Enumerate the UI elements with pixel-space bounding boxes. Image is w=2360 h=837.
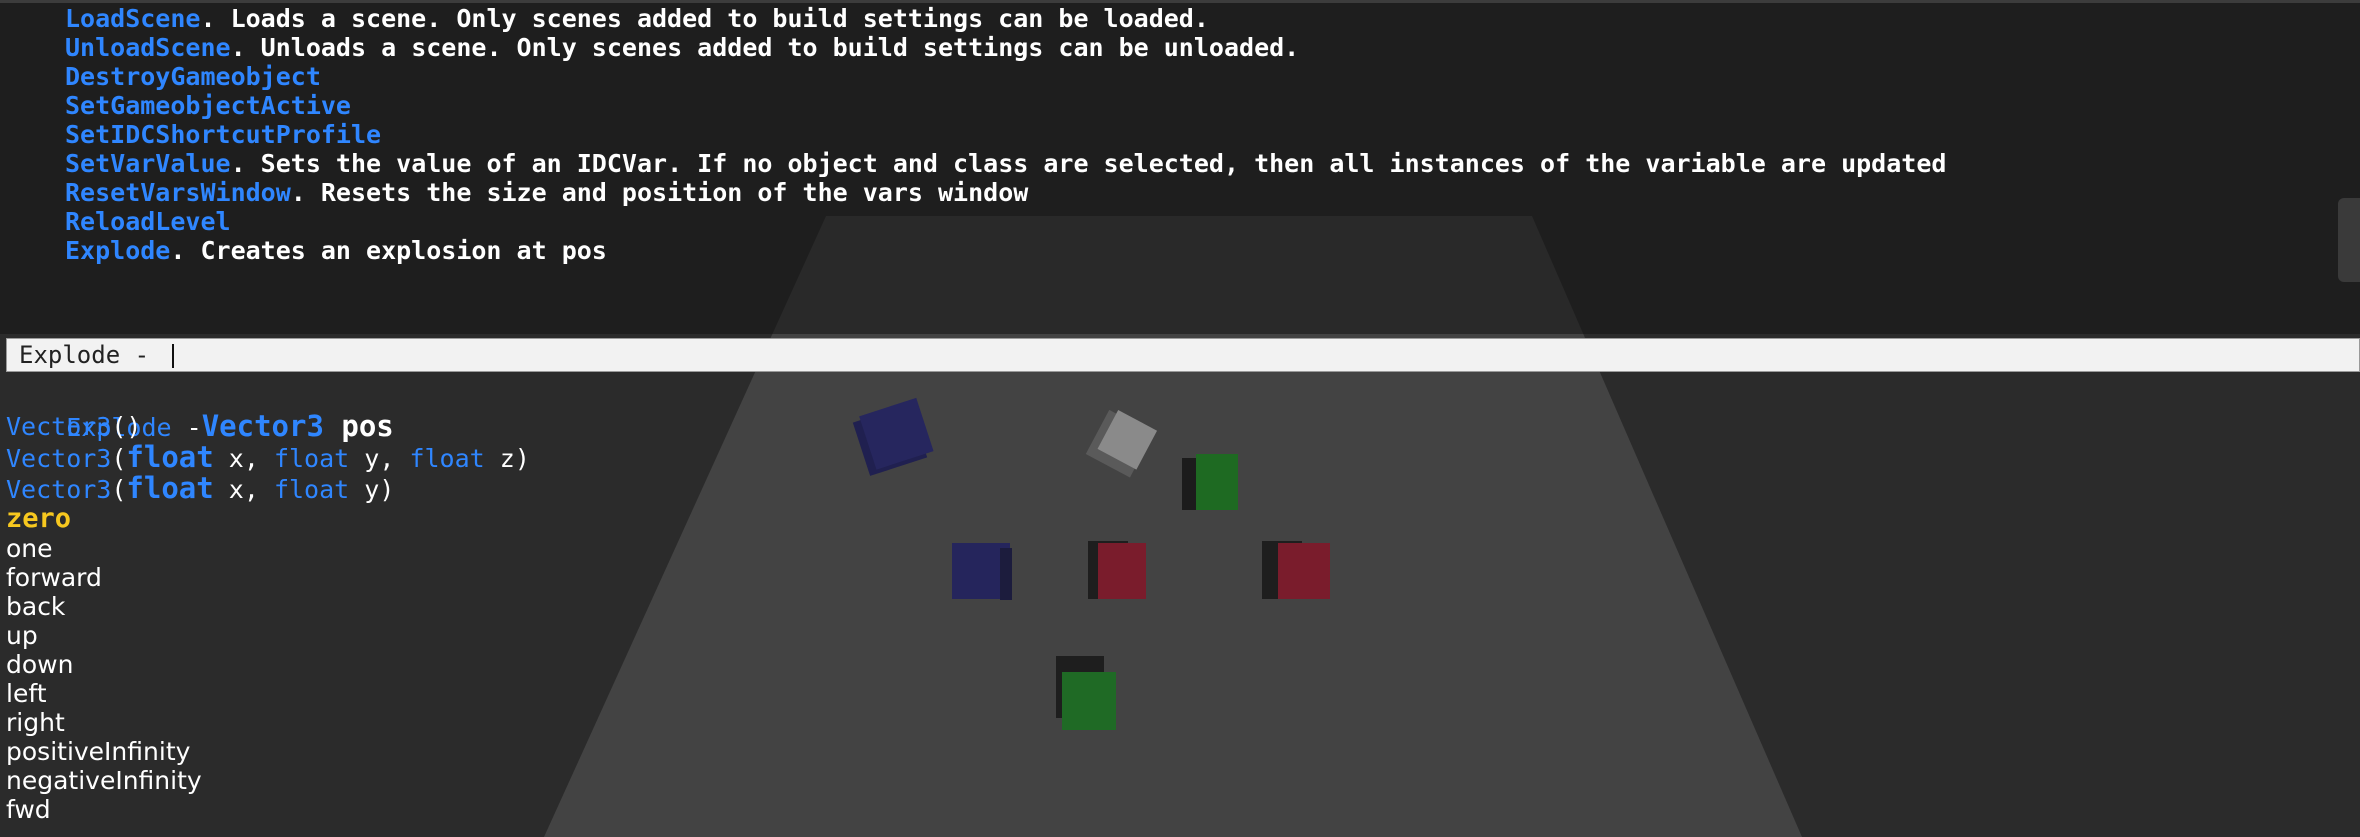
autocomplete-option[interactable]: down [6, 650, 530, 679]
log-command-description: . Creates an explosion at pos [170, 236, 607, 265]
log-line: ResetVarsWindow. Resets the size and pos… [65, 179, 1028, 207]
signature-separator: - [171, 413, 202, 442]
autocomplete-list: Explode -Vector3 pos Vector3() Vector3(fl… [6, 380, 530, 825]
autocomplete-selected-item[interactable]: zero [6, 504, 530, 534]
constructor-arg-type: float [273, 475, 350, 504]
log-line: SetIDCShortcutProfile [65, 121, 381, 149]
constructor-arg-type: float [273, 444, 350, 473]
navy-cube [952, 543, 1012, 600]
constructor-arg-type: float [126, 471, 214, 505]
red-cube [1088, 541, 1146, 599]
log-line: DestroyGameobject [65, 63, 321, 91]
autocomplete-option[interactable]: one [6, 534, 530, 563]
log-command-name[interactable]: SetGameobjectActive [65, 91, 351, 120]
autocomplete-option[interactable]: positiveInfinity [6, 737, 530, 766]
constructor-arg-separator: , [243, 444, 274, 473]
log-command-description: . Loads a scene. Only scenes added to bu… [200, 4, 1209, 33]
signature-param-type: Vector3 [201, 409, 324, 443]
constructor-arg-name: x [213, 475, 244, 504]
autocomplete-option[interactable]: fwd [6, 795, 530, 824]
constructor-open-paren: ( [111, 444, 127, 473]
constructor-arg-separator: ) [514, 444, 530, 473]
red-cube [1262, 541, 1330, 599]
log-command-description: . Unloads a scene. Only scenes added to … [230, 33, 1300, 62]
log-command-name[interactable]: SetVarValue [65, 149, 231, 178]
log-command-description: . Sets the value of an IDCVar. If no obj… [230, 149, 1947, 178]
constructor-arg-type: float [409, 444, 485, 473]
text-caret [172, 344, 174, 368]
signature-hint: Explode -Vector3 pos [6, 380, 530, 443]
log-command-name[interactable]: UnloadScene [65, 33, 231, 62]
constructor-arg-name: y [349, 475, 380, 504]
log-line: Explode. Creates an explosion at pos [65, 237, 607, 265]
constructor-name: Vector3 [6, 412, 112, 441]
console-input-box[interactable] [6, 338, 2360, 372]
log-command-name[interactable]: SetIDCShortcutProfile [65, 120, 381, 149]
constructor-arg-name: y [349, 444, 380, 473]
green-cube [1182, 454, 1238, 510]
log-line: ReloadLevel [65, 208, 231, 236]
log-line: UnloadScene. Unloads a scene. Only scene… [65, 34, 1299, 62]
signature-param-name: pos [323, 409, 394, 443]
constructor-arg-name: z [484, 444, 515, 473]
autocomplete-option[interactable]: negativeInfinity [6, 766, 530, 795]
autocomplete-option[interactable]: forward [6, 563, 530, 592]
constructor-hint[interactable]: Vector3(float x, float y) [6, 471, 530, 505]
log-command-name[interactable]: Explode [65, 236, 170, 265]
constructor-hint[interactable]: Vector3(float x, float y, float z) [6, 440, 530, 474]
autocomplete-option[interactable]: left [6, 679, 530, 708]
constructor-name: Vector3 [6, 475, 112, 504]
constructor-arg-separator: ) [379, 475, 395, 504]
constructor-arg-name: x [213, 444, 244, 473]
log-command-name[interactable]: ReloadLevel [65, 207, 231, 236]
log-command-name[interactable]: ResetVarsWindow [65, 178, 291, 207]
log-scrollbar-thumb[interactable] [2338, 198, 2360, 282]
constructor-open-paren: () [111, 412, 142, 441]
log-line: SetGameobjectActive [65, 92, 351, 120]
autocomplete-option[interactable]: right [6, 708, 530, 737]
constructor-arg-separator: , [379, 444, 410, 473]
log-command-description: . Resets the size and position of the va… [290, 178, 1029, 207]
log-line: LoadScene. Loads a scene. Only scenes ad… [65, 5, 1209, 33]
autocomplete-option[interactable]: up [6, 621, 530, 650]
panel-top-border [0, 0, 2360, 3]
log-command-name[interactable]: LoadScene [65, 4, 200, 33]
constructor-arg-type: float [126, 440, 214, 474]
log-command-name[interactable]: DestroyGameobject [65, 62, 321, 91]
console-input-field[interactable] [7, 339, 221, 371]
constructor-arg-separator: , [243, 475, 274, 504]
log-line: SetVarValue. Sets the value of an IDCVar… [65, 150, 1946, 178]
autocomplete-option[interactable]: back [6, 592, 530, 621]
constructor-name: Vector3 [6, 444, 112, 473]
constructor-open-paren: ( [111, 475, 127, 504]
